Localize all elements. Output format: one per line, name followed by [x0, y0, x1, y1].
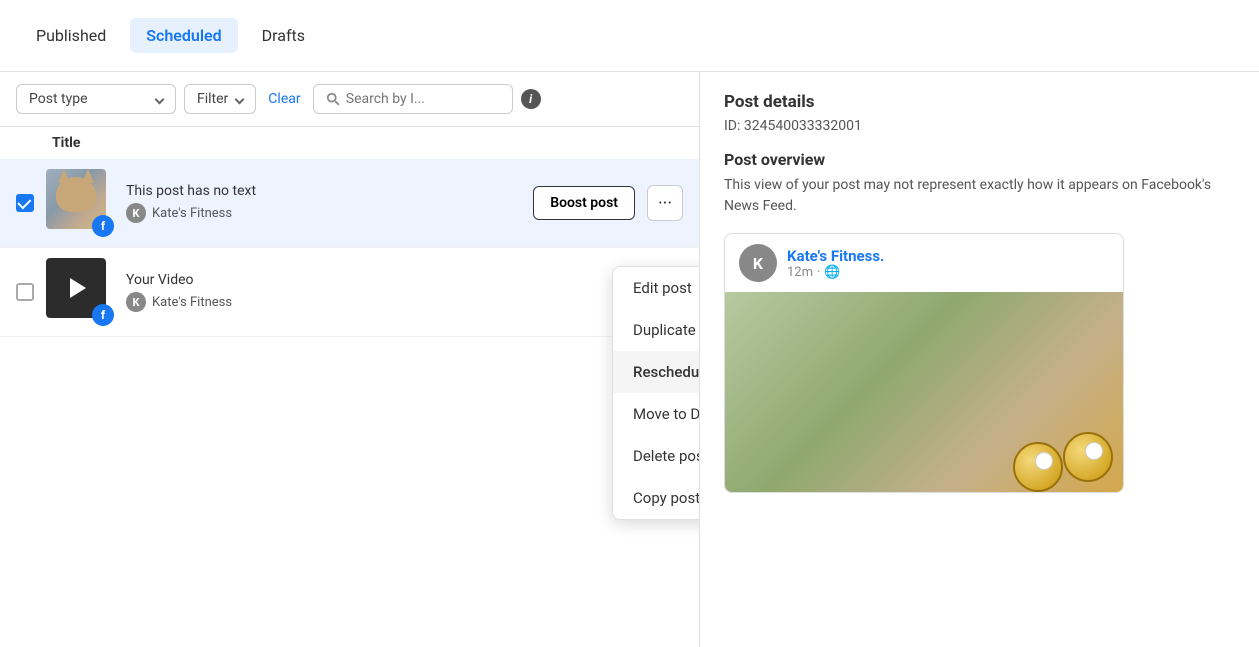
- app-container: Published Scheduled Drafts Post type Fil…: [0, 0, 1259, 647]
- post-1-info: This post has no text K Kate's Fitness: [126, 183, 521, 223]
- more-options-button[interactable]: ··· Edit post Duplicate post Reschedule …: [647, 185, 683, 221]
- title-column-header: Title: [52, 135, 80, 151]
- post-overview-desc: This view of your post may not represent…: [724, 175, 1235, 217]
- preview-time: 12m: [787, 265, 813, 280]
- context-duplicate-post[interactable]: Duplicate post: [613, 309, 699, 351]
- preview-header: K Kate's Fitness. 12m · 🌐: [725, 234, 1123, 292]
- filter-bar: Post type Filter Clear i: [0, 72, 699, 127]
- post-1-title: This post has no text: [126, 183, 521, 199]
- candy-label-2: [1085, 442, 1103, 460]
- post-details-title: Post details: [724, 92, 1235, 112]
- table-header: Title: [0, 127, 699, 159]
- boost-post-button[interactable]: Boost post: [533, 186, 635, 220]
- tabs-bar: Published Scheduled Drafts: [0, 0, 1259, 72]
- preview-image: [725, 292, 1123, 492]
- post-list: f This post has no text K Kate's Fitness…: [0, 159, 699, 647]
- filter-label: Filter: [197, 91, 228, 107]
- preview-page-name: Kate's Fitness.: [787, 247, 884, 265]
- post-2-info: Your Video K Kate's Fitness: [126, 272, 683, 312]
- search-box: [313, 84, 513, 114]
- preview-card: K Kate's Fitness. 12m · 🌐: [724, 233, 1124, 493]
- ellipsis-icon: ···: [658, 193, 672, 214]
- tab-scheduled[interactable]: Scheduled: [130, 18, 237, 53]
- search-input[interactable]: [346, 91, 500, 107]
- info-icon[interactable]: i: [521, 89, 541, 109]
- post-2-platform-badge: f: [92, 304, 114, 326]
- post-1-platform-badge: f: [92, 215, 114, 237]
- preview-meta: 12m · 🌐: [787, 265, 884, 280]
- post-2-page-name: Kate's Fitness: [152, 295, 232, 310]
- context-delete-post[interactable]: Delete post: [613, 435, 699, 477]
- right-panel: Post details ID: 324540033332001 Post ov…: [700, 72, 1259, 647]
- dot-separator: ·: [817, 265, 820, 280]
- post-2-title: Your Video: [126, 272, 683, 288]
- preview-avatar: K: [739, 244, 777, 282]
- post-2-page-avatar: K: [126, 292, 146, 312]
- context-move-to-drafts[interactable]: Move to Drafts: [613, 393, 699, 435]
- context-menu: Edit post Duplicate post Reschedule post…: [612, 266, 699, 520]
- post-id: ID: 324540033332001: [724, 118, 1235, 134]
- post-type-chevron-icon: [155, 94, 165, 104]
- post-overview-title: Post overview: [724, 150, 1235, 169]
- table-row[interactable]: f This post has no text K Kate's Fitness…: [0, 159, 699, 248]
- context-edit-post[interactable]: Edit post: [613, 267, 699, 309]
- play-icon: [70, 278, 86, 298]
- tab-published[interactable]: Published: [20, 18, 122, 53]
- post-2-page: K Kate's Fitness: [126, 292, 683, 312]
- post-1-checkbox[interactable]: [16, 194, 34, 212]
- table-row[interactable]: f Your Video K Kate's Fitness: [0, 248, 699, 337]
- tab-drafts[interactable]: Drafts: [246, 18, 321, 53]
- cat-face: [56, 177, 96, 212]
- preview-meta-group: Kate's Fitness. 12m · 🌐: [787, 247, 884, 280]
- post-2-thumbnail: f: [46, 258, 114, 326]
- post-1-page-avatar: K: [126, 203, 146, 223]
- context-reschedule-post[interactable]: Reschedule post: [613, 351, 699, 393]
- globe-icon: 🌐: [824, 265, 840, 280]
- post-type-label: Post type: [29, 91, 88, 107]
- search-icon: [326, 91, 340, 107]
- filter-chevron-icon: [235, 94, 245, 104]
- post-2-checkbox[interactable]: [16, 283, 34, 301]
- main-area: Post type Filter Clear i: [0, 72, 1259, 647]
- post-1-thumbnail: f: [46, 169, 114, 237]
- left-panel: Post type Filter Clear i: [0, 72, 700, 647]
- post-type-dropdown[interactable]: Post type: [16, 84, 176, 114]
- post-1-page: K Kate's Fitness: [126, 203, 521, 223]
- filter-dropdown[interactable]: Filter: [184, 84, 256, 114]
- candy-1: [1013, 442, 1063, 492]
- candy-label-1: [1035, 452, 1053, 470]
- clear-button[interactable]: Clear: [264, 85, 304, 113]
- candy-2: [1063, 432, 1113, 482]
- post-1-page-name: Kate's Fitness: [152, 206, 232, 221]
- context-copy-post-id[interactable]: Copy post ID: [613, 477, 699, 519]
